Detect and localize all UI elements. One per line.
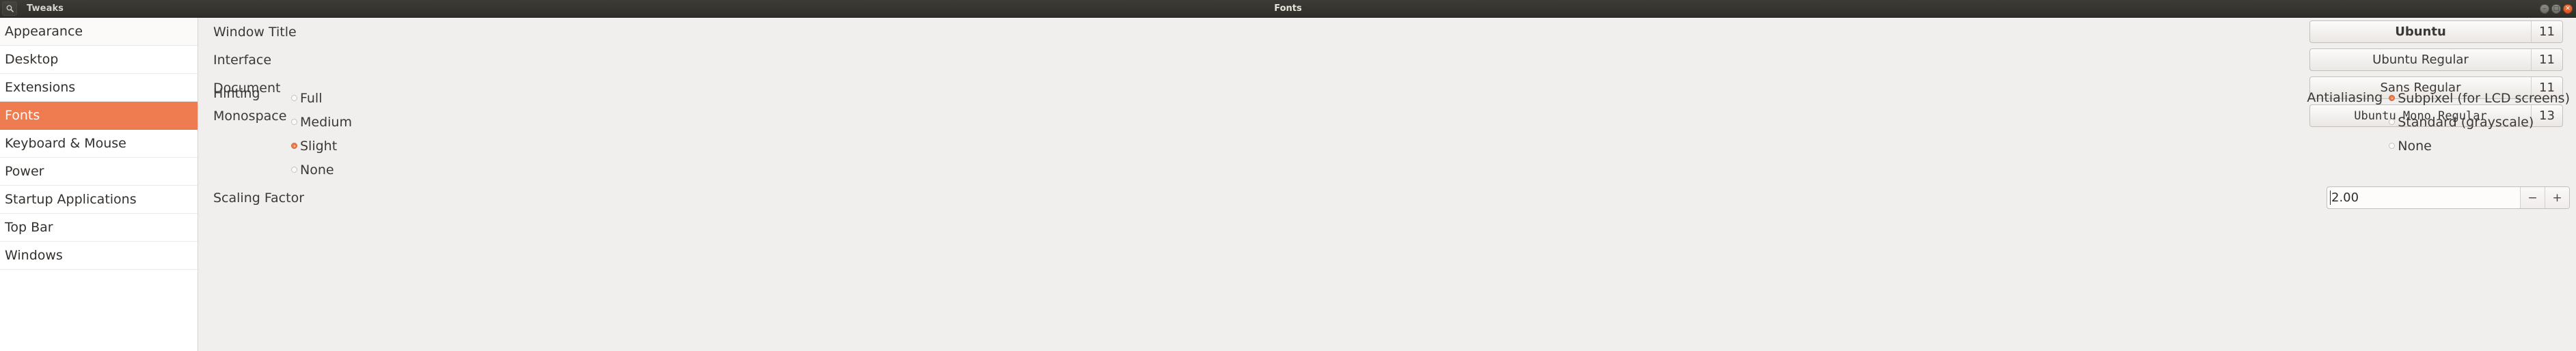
hinting-option-slight[interactable]: Slight — [291, 134, 352, 158]
radio-icon — [291, 167, 297, 173]
radio-icon — [291, 143, 297, 149]
antialiasing-option-none[interactable]: None — [2389, 134, 2570, 158]
interface-font-button[interactable]: Ubuntu Regular 11 — [2309, 48, 2563, 71]
radio-icon — [2389, 119, 2396, 125]
interface-label: Interface — [213, 52, 272, 68]
hinting-label: Hinting — [213, 86, 260, 101]
hinting-option-full[interactable]: Full — [291, 86, 352, 110]
scaling-increment-button[interactable]: + — [2545, 187, 2569, 208]
search-icon — [6, 5, 14, 12]
sidebar: Appearance Desktop Extensions Fonts Keyb… — [0, 18, 198, 351]
radio-icon — [2389, 143, 2396, 149]
antialiasing-group: Antialiasing Subpixel (for LCD screens) … — [2307, 86, 2570, 158]
window-controls: – □ ✕ — [2540, 0, 2573, 18]
radio-icon — [2389, 95, 2396, 101]
sidebar-item-label: Windows — [5, 248, 63, 263]
antialiasing-option-standard[interactable]: Standard (grayscale) — [2389, 110, 2570, 134]
sidebar-item-appearance[interactable]: Appearance — [0, 18, 198, 46]
hinting-option-medium[interactable]: Medium — [291, 110, 352, 134]
font-name: Ubuntu Regular — [2372, 53, 2469, 67]
scaling-decrement-button[interactable]: − — [2520, 187, 2545, 208]
font-size: 11 — [2531, 21, 2562, 42]
close-icon[interactable]: ✕ — [2563, 4, 2573, 14]
row-monospace: Monospace Ubuntu Mono Regular 13 — [213, 102, 2569, 130]
page-title: Fonts — [1274, 3, 1302, 14]
option-label: Standard (grayscale) — [2398, 114, 2534, 130]
row-scaling-factor: Scaling Factor 2.00 − + — [213, 184, 2576, 212]
body: Appearance Desktop Extensions Fonts Keyb… — [0, 18, 2576, 351]
fonts-settings-panel: Window Title Ubuntu 11 Interface Ubuntu … — [198, 18, 2576, 351]
sidebar-item-label: Power — [5, 164, 44, 179]
sidebar-item-extensions[interactable]: Extensions — [0, 74, 198, 102]
scaling-factor-spinner[interactable]: 2.00 − + — [2327, 186, 2570, 209]
font-name: Ubuntu — [2395, 25, 2446, 39]
scaling-factor-label: Scaling Factor — [213, 190, 305, 206]
hinting-option-none[interactable]: None — [291, 158, 352, 182]
sidebar-item-windows[interactable]: Windows — [0, 242, 198, 270]
antialiasing-option-subpixel[interactable]: Subpixel (for LCD screens) — [2389, 86, 2570, 110]
row-window-title: Window Title Ubuntu 11 — [213, 18, 2569, 46]
option-label: None — [300, 162, 334, 178]
sidebar-item-label: Keyboard & Mouse — [5, 136, 126, 151]
app-name: Tweaks — [27, 3, 64, 14]
tweaks-window: Tweaks Fonts – □ ✕ Appearance Desktop Ex… — [0, 0, 2576, 351]
row-document: Document Sans Regular 11 — [213, 74, 2569, 102]
sidebar-item-top-bar[interactable]: Top Bar — [0, 214, 198, 242]
minimize-icon[interactable]: – — [2540, 4, 2549, 14]
sidebar-item-label: Appearance — [5, 24, 83, 39]
row-interface: Interface Ubuntu Regular 11 — [213, 46, 2569, 74]
sidebar-item-power[interactable]: Power — [0, 158, 198, 186]
radio-icon — [291, 95, 297, 101]
search-button[interactable] — [2, 1, 17, 16]
maximize-icon[interactable]: □ — [2551, 4, 2561, 14]
sidebar-item-desktop[interactable]: Desktop — [0, 46, 198, 74]
option-label: Medium — [300, 114, 352, 130]
sidebar-item-startup-applications[interactable]: Startup Applications — [0, 186, 198, 214]
sidebar-item-label: Fonts — [5, 108, 40, 123]
option-label: None — [2398, 138, 2432, 154]
sidebar-item-fonts[interactable]: Fonts — [0, 102, 198, 130]
sidebar-item-label: Top Bar — [5, 220, 53, 235]
titlebar: Tweaks Fonts – □ ✕ — [0, 0, 2576, 18]
option-label: Slight — [300, 138, 338, 154]
option-label: Full — [300, 90, 323, 106]
sidebar-item-keyboard-and-mouse[interactable]: Keyboard & Mouse — [0, 130, 198, 158]
scaling-factor-input[interactable]: 2.00 — [2327, 187, 2520, 208]
sidebar-item-label: Desktop — [5, 52, 59, 67]
sidebar-item-label: Extensions — [5, 80, 76, 95]
radio-icon — [291, 119, 297, 125]
antialiasing-label: Antialiasing — [2307, 90, 2383, 105]
sidebar-item-label: Startup Applications — [5, 192, 137, 207]
hinting-options: Full Medium Slight None — [291, 86, 352, 182]
antialiasing-options: Subpixel (for LCD screens) Standard (gra… — [2389, 86, 2570, 158]
font-size: 11 — [2531, 49, 2562, 70]
hinting-group: Hinting Full Medium Slight None — [213, 86, 352, 182]
window-title-label: Window Title — [213, 24, 297, 40]
window-title-font-button[interactable]: Ubuntu 11 — [2309, 20, 2563, 43]
option-label: Subpixel (for LCD screens) — [2398, 90, 2570, 106]
